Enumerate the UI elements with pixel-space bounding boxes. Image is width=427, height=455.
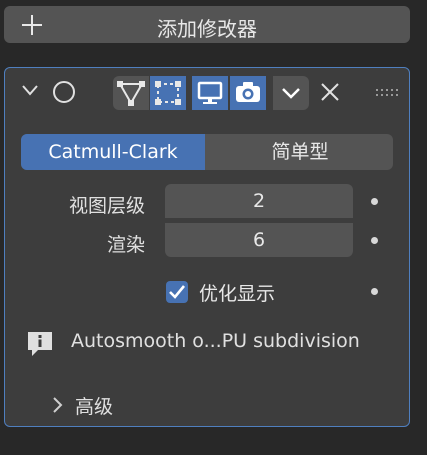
viewport-display-toggle[interactable] bbox=[192, 76, 228, 110]
render-levels-field[interactable]: 6 bbox=[165, 223, 353, 257]
add-modifier-button[interactable]: 添加修改器 bbox=[4, 6, 410, 43]
levels-viewport-field[interactable]: 2 bbox=[165, 184, 353, 218]
drag-grip-icon[interactable] bbox=[375, 88, 399, 98]
close-icon[interactable] bbox=[319, 81, 341, 103]
keyframe-dot-icon[interactable] bbox=[371, 288, 378, 295]
subdivision-modifier-icon bbox=[53, 81, 75, 103]
edit-mode-toggle[interactable] bbox=[113, 76, 149, 110]
render-toggle[interactable] bbox=[230, 76, 266, 110]
catmull-clark-option[interactable]: Catmull-Clark bbox=[21, 134, 205, 170]
advanced-section-toggle[interactable]: 高级 bbox=[75, 392, 113, 419]
vertex-triangle-icon bbox=[117, 81, 145, 106]
checkmark-icon bbox=[169, 285, 186, 299]
info-icon bbox=[28, 332, 52, 356]
info-message: Autosmooth o...PU subdivision bbox=[71, 330, 360, 352]
modifier-menu-dropdown[interactable] bbox=[273, 76, 309, 110]
optimal-display-label: 优化显示 bbox=[199, 283, 276, 305]
chevron-right-icon[interactable] bbox=[51, 396, 63, 414]
keyframe-dot-icon[interactable] bbox=[371, 237, 378, 244]
simple-option[interactable]: 简单型 bbox=[207, 134, 393, 170]
chevron-down-icon bbox=[282, 88, 300, 99]
monitor-icon bbox=[197, 81, 223, 104]
cage-vertices-icon bbox=[155, 81, 181, 105]
collapse-chevron-icon[interactable] bbox=[21, 84, 39, 96]
camera-icon bbox=[236, 82, 260, 102]
subdivision-type-selector: Catmull-Clark 简单型 bbox=[21, 134, 393, 170]
subdivision-modifier-panel: Catmull-Clark 简单型 视图层级 2 渲染 6 优化显示 Autos… bbox=[4, 67, 410, 427]
keyframe-dot-icon[interactable] bbox=[371, 198, 378, 205]
add-modifier-label: 添加修改器 bbox=[157, 17, 257, 41]
render-levels-label: 渲染 bbox=[106, 234, 145, 256]
optimal-display-checkbox[interactable] bbox=[166, 281, 188, 303]
on-cage-toggle[interactable] bbox=[150, 76, 186, 110]
levels-viewport-label: 视图层级 bbox=[68, 195, 145, 217]
